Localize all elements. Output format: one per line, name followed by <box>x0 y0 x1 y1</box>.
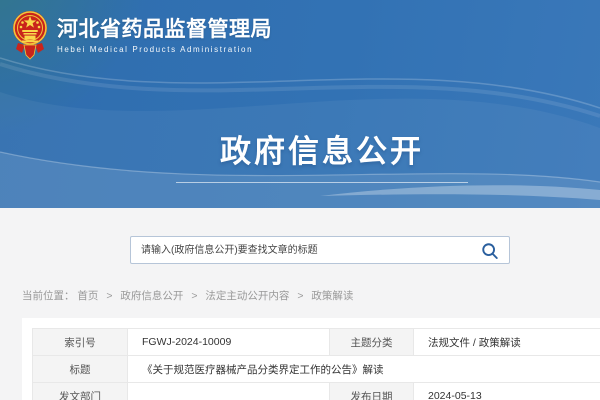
field-value-title: 《关于规范医疗器械产品分类界定工作的公告》解读 <box>128 356 600 383</box>
field-label-subject-category: 主题分类 <box>330 329 414 356</box>
field-value-index-number: FGWJ-2024-10009 <box>128 329 330 356</box>
page-banner: 河北省药品监督管理局 Hebei Medical Products Admini… <box>0 0 600 208</box>
field-value-publish-date: 2024-05-13 <box>414 383 600 400</box>
breadcrumb-separator: > <box>297 290 303 302</box>
page: 河北省药品监督管理局 Hebei Medical Products Admini… <box>0 0 600 400</box>
field-label-issuing-department: 发文部门 <box>33 383 128 400</box>
site-logo-link[interactable]: 河北省药品监督管理局 Hebei Medical Products Admini… <box>12 9 272 67</box>
record-card: 索引号 FGWJ-2024-10009 主题分类 法规文件 / 政策解读 标题 … <box>22 318 600 400</box>
national-emblem-icon <box>12 9 48 67</box>
breadcrumb-item-info-disclosure[interactable]: 政府信息公开 <box>120 290 183 302</box>
banner-title: 政府信息公开 <box>176 126 468 171</box>
site-title-block: 河北省药品监督管理局 Hebei Medical Products Admini… <box>57 9 272 54</box>
banner-heading: 政府信息公开 <box>176 126 468 183</box>
field-value-subject-category: 法规文件 / 政策解读 <box>414 329 600 356</box>
breadcrumb-prefix: 当前位置： <box>22 290 75 302</box>
field-label-title: 标题 <box>33 356 128 383</box>
breadcrumb: 当前位置： 首页 > 政府信息公开 > 法定主动公开内容 > 政策解读 <box>22 288 353 303</box>
search-input[interactable] <box>131 237 509 263</box>
search-box <box>130 236 510 264</box>
banner-underline <box>176 182 468 183</box>
breadcrumb-separator: > <box>106 290 112 302</box>
field-label-index-number: 索引号 <box>33 329 128 356</box>
search-button[interactable] <box>481 242 499 260</box>
search-icon <box>481 242 499 260</box>
site-title-english: Hebei Medical Products Administration <box>57 45 272 54</box>
breadcrumb-item-statutory-content[interactable]: 法定主动公开内容 <box>205 290 289 302</box>
site-title: 河北省药品监督管理局 <box>57 18 272 41</box>
field-value-issuing-department <box>128 383 330 400</box>
breadcrumb-item-policy-interpretation[interactable]: 政策解读 <box>311 290 353 302</box>
field-label-publish-date: 发布日期 <box>330 383 414 400</box>
record-meta-table: 索引号 FGWJ-2024-10009 主题分类 法规文件 / 政策解读 标题 … <box>32 328 600 400</box>
breadcrumb-item-home[interactable]: 首页 <box>77 290 98 302</box>
breadcrumb-separator: > <box>191 290 197 302</box>
